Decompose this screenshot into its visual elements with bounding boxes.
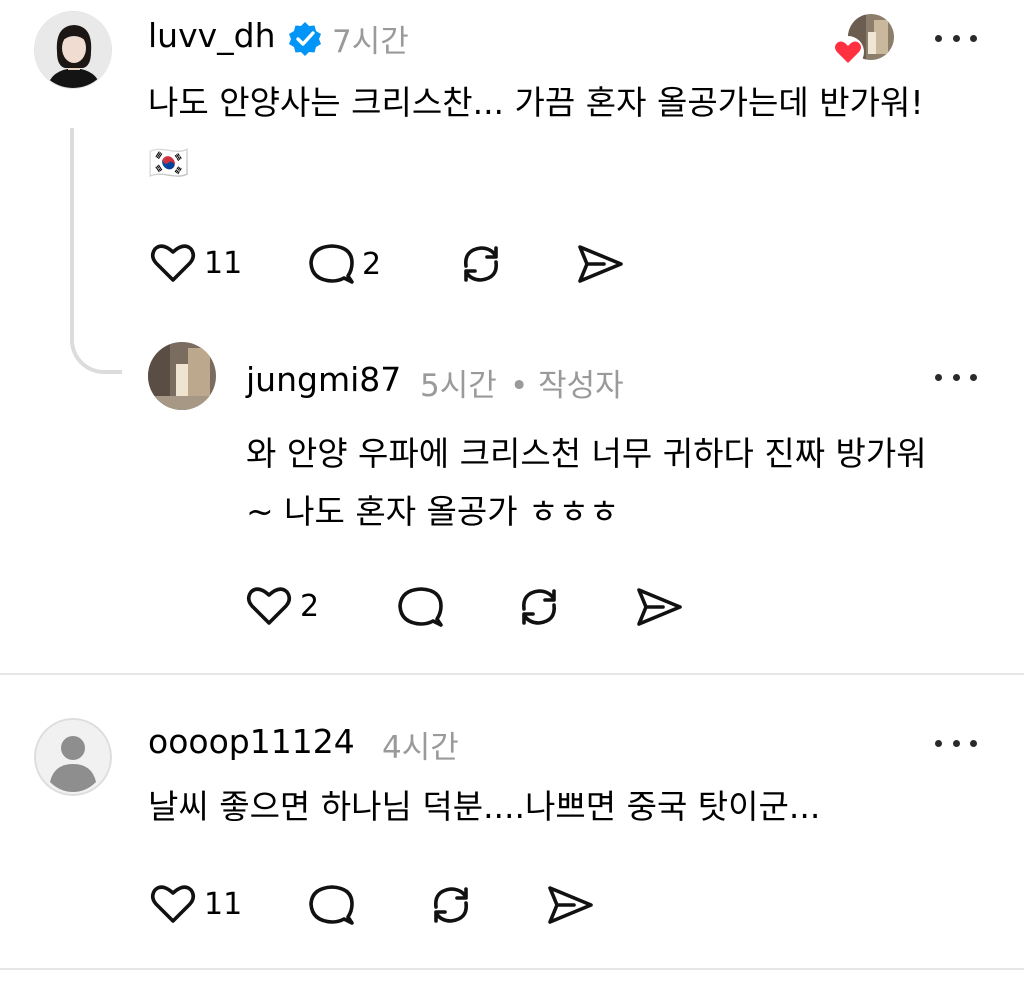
send-icon: [548, 886, 593, 924]
speech-bubble-icon: [309, 244, 354, 284]
like-button[interactable]: 11: [150, 883, 242, 925]
share-button[interactable]: [576, 242, 624, 286]
divider: [0, 968, 1024, 970]
reply-button[interactable]: 2: [308, 242, 381, 286]
liked-by-author-indicator: [832, 14, 896, 72]
send-icon: [578, 245, 623, 283]
thread-page: luvv_dh 7시간 나도 안양사는 크리스찬... 가끔 혼자 올공가는데 …: [0, 0, 1024, 983]
divider: [0, 673, 1024, 675]
heart-filled-icon: [832, 36, 864, 72]
share-button[interactable]: [635, 585, 683, 629]
reply-count: 2: [362, 246, 382, 282]
repost-button[interactable]: [427, 881, 475, 929]
verified-badge-icon: [286, 20, 324, 62]
comment-text: 나도 안양사는 크리스찬... 가끔 혼자 올공가는데 반가워!: [148, 83, 924, 122]
send-icon: [637, 588, 682, 626]
comment-text: 날씨 좋으면 하나님 덕분....나쁘면 중국 탓이군...: [148, 787, 821, 826]
flag-emoji: 🇰🇷: [148, 143, 190, 182]
comment-time: 5시간: [420, 368, 497, 404]
like-button[interactable]: 2: [246, 585, 319, 627]
comment-text-line2: ~ 나도 혼자 올공가 ㅎㅎㅎ: [246, 492, 620, 531]
author-tag: • 작성자: [510, 368, 624, 404]
more-dots-icon[interactable]: [935, 736, 977, 750]
comment-username[interactable]: jungmi87: [246, 360, 401, 399]
comment-time: 4시간: [382, 730, 459, 766]
more-dots-icon[interactable]: [935, 31, 977, 45]
comment-text: 와 안양 우파에 크리스천 너무 귀하다 진짜 방가워: [246, 434, 927, 473]
heart-icon: [150, 244, 196, 282]
avatar-luvv-dh[interactable]: [34, 11, 112, 89]
comment-username[interactable]: oooop11124: [148, 722, 355, 761]
avatar-default[interactable]: [34, 718, 112, 796]
like-count: 2: [300, 588, 320, 624]
heart-icon: [246, 587, 292, 625]
more-dots-icon[interactable]: [935, 370, 977, 384]
like-count: 11: [204, 245, 243, 281]
repost-icon: [521, 589, 557, 625]
heart-icon: [150, 885, 196, 923]
like-count: 11: [204, 886, 243, 922]
reply-button[interactable]: [308, 883, 354, 927]
comment-time: 7시간: [332, 24, 409, 60]
repost-button[interactable]: [457, 240, 505, 288]
speech-bubble-icon: [398, 587, 443, 627]
reply-button[interactable]: [397, 585, 443, 629]
like-button[interactable]: 11: [150, 242, 242, 284]
comment-username[interactable]: luvv_dh: [148, 16, 276, 55]
repost-icon: [433, 887, 469, 923]
repost-button[interactable]: [515, 583, 563, 631]
repost-icon: [463, 246, 499, 282]
speech-bubble-icon: [309, 885, 354, 925]
thread-connector-line: [70, 128, 122, 374]
avatar-jungmi87[interactable]: [148, 342, 216, 410]
share-button[interactable]: [546, 883, 594, 927]
